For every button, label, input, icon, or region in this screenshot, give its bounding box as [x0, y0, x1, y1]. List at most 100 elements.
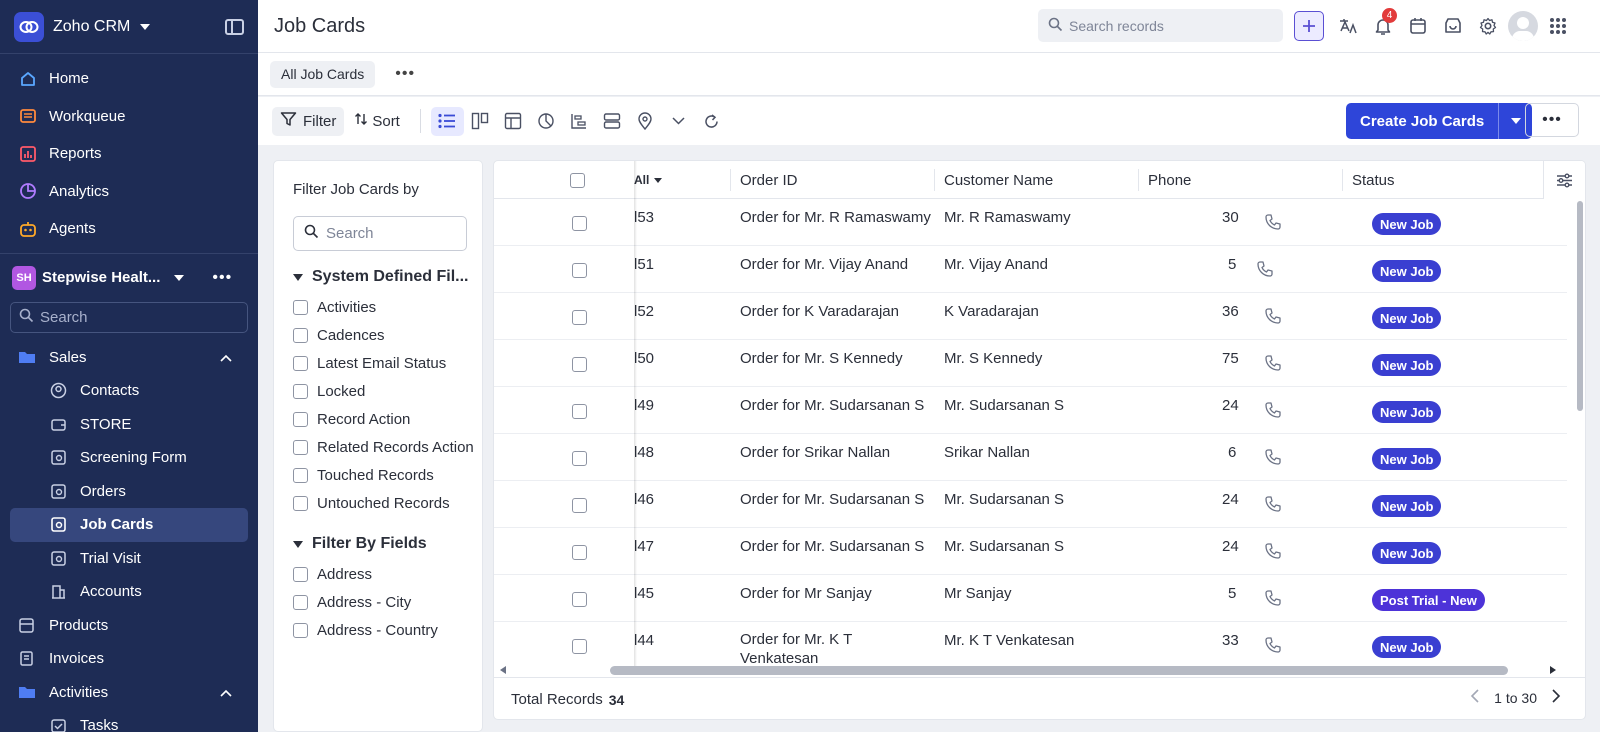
row-checkbox[interactable]	[572, 216, 587, 231]
record-id-cell[interactable]: l50	[634, 350, 654, 367]
refresh-icon[interactable]	[695, 107, 728, 136]
map-pin-icon[interactable]	[629, 107, 662, 136]
nav-agents[interactable]: Agents	[0, 210, 258, 248]
order-id-cell[interactable]: Order for Mr. S Kennedy	[740, 350, 903, 367]
table-row[interactable]: l49 Order for Mr. Sudarsanan S Mr. Sudar…	[494, 387, 1567, 434]
tab-all-job-cards[interactable]: All Job Cards	[270, 60, 376, 88]
marketplace-icon[interactable]	[1435, 11, 1470, 41]
table-view-icon[interactable]	[497, 107, 530, 136]
row-checkbox[interactable]	[572, 545, 587, 560]
checkbox[interactable]	[293, 595, 308, 610]
org-more-icon[interactable]: •••	[212, 269, 232, 287]
filter-option[interactable]: Locked	[293, 378, 482, 406]
row-checkbox[interactable]	[572, 498, 587, 513]
global-search-input[interactable]: Search records	[1038, 9, 1283, 42]
phone-icon[interactable]	[1264, 495, 1282, 517]
phone-cell[interactable]: 5	[1228, 256, 1236, 273]
column-settings-icon[interactable]	[1543, 161, 1585, 199]
scrollbar-thumb[interactable]	[610, 666, 1508, 675]
table-row[interactable]: l48 Order for Srikar Nallan Srikar Nalla…	[494, 434, 1567, 481]
customer-name-cell[interactable]: Mr. Sudarsanan S	[944, 397, 1064, 414]
sidebar-search-input[interactable]: Search	[10, 301, 248, 333]
settings-gear-icon[interactable]	[1470, 11, 1505, 41]
order-id-cell[interactable]: Order for K Varadarajan	[740, 303, 899, 320]
phone-icon[interactable]	[1264, 213, 1282, 235]
checkbox[interactable]	[293, 567, 308, 582]
record-id-cell[interactable]: l45	[634, 585, 654, 602]
filter-option[interactable]: Activities	[293, 294, 482, 322]
sidebar-item-invoices[interactable]: Invoices	[0, 642, 258, 676]
views-more-icon[interactable]: •••	[395, 65, 415, 83]
sidebar-item-store[interactable]: STORE	[10, 408, 248, 442]
chevron-up-icon[interactable]	[220, 684, 232, 701]
column-header-phone[interactable]: Phone	[1138, 161, 1342, 199]
filter-option[interactable]: Latest Email Status	[293, 350, 482, 378]
row-checkbox[interactable]	[572, 451, 587, 466]
record-id-cell[interactable]: l53	[634, 209, 654, 226]
record-id-cell[interactable]: l47	[634, 538, 654, 555]
kanban-view-icon[interactable]	[464, 107, 497, 136]
sidebar-item-orders[interactable]: Orders	[10, 475, 248, 509]
nav-reports[interactable]: Reports	[0, 135, 258, 173]
sidebar-item-tasks[interactable]: Tasks	[10, 709, 248, 732]
horizontal-scrollbar[interactable]	[498, 663, 1558, 677]
phone-cell[interactable]: 75	[1222, 350, 1239, 367]
record-id-cell[interactable]: l48	[634, 444, 654, 461]
filter-option[interactable]: Untouched Records	[293, 490, 482, 518]
notifications-bell-icon[interactable]: 4	[1365, 8, 1400, 41]
checkbox[interactable]	[293, 356, 308, 371]
field-filters-section[interactable]: Filter By Fields	[293, 535, 482, 553]
table-row[interactable]: l50 Order for Mr. S Kennedy Mr. S Kenned…	[494, 340, 1567, 387]
customer-name-cell[interactable]: Srikar Nallan	[944, 444, 1030, 461]
timeline-view-icon[interactable]	[563, 107, 596, 136]
phone-cell[interactable]: 24	[1222, 491, 1239, 508]
translate-icon[interactable]	[1330, 11, 1365, 41]
list-view-icon[interactable]	[430, 106, 464, 136]
record-id-cell[interactable]: l44	[634, 632, 654, 649]
org-caret-icon[interactable]	[174, 274, 185, 281]
apps-grid-icon[interactable]	[1540, 11, 1575, 41]
nav-analytics[interactable]: Analytics	[0, 173, 258, 211]
customer-name-cell[interactable]: Mr. Sudarsanan S	[944, 491, 1064, 508]
row-checkbox[interactable]	[572, 310, 587, 325]
checkbox[interactable]	[293, 384, 308, 399]
checkbox[interactable]	[293, 623, 308, 638]
org-switcher[interactable]: SH Stepwise Healt... •••	[0, 258, 258, 298]
scrollbar-thumb[interactable]	[1577, 201, 1583, 411]
sidebar-item-contacts[interactable]: Contacts	[10, 374, 248, 408]
system-filters-section[interactable]: System Defined Fil...	[293, 268, 482, 286]
order-id-cell[interactable]: Order for Mr Sanjay	[740, 585, 872, 602]
row-checkbox[interactable]	[572, 639, 587, 654]
phone-cell[interactable]: 24	[1222, 538, 1239, 555]
phone-icon[interactable]	[1264, 636, 1282, 658]
add-new-button[interactable]	[1294, 11, 1324, 41]
sidebar-item-accounts[interactable]: Accounts	[10, 575, 248, 609]
order-id-cell[interactable]: Order for Mr. Vijay Anand	[740, 256, 908, 273]
sidebar-toggle-icon[interactable]	[225, 18, 244, 35]
column-header-order-id[interactable]: Order ID	[730, 161, 934, 199]
customer-name-cell[interactable]: Mr. R Ramaswamy	[944, 209, 1071, 226]
phone-icon[interactable]	[1256, 260, 1274, 282]
table-row[interactable]: l52 Order for K Varadarajan K Varadaraja…	[494, 293, 1567, 340]
table-row[interactable]: l47 Order for Mr. Sudarsanan S Mr. Sudar…	[494, 528, 1567, 575]
nav-home[interactable]: Home	[0, 60, 258, 98]
chevron-down-icon[interactable]	[662, 107, 695, 136]
app-brand[interactable]: Zoho CRM	[0, 0, 258, 54]
sidebar-item-screening-form[interactable]: Screening Form	[10, 441, 248, 475]
nav-workqueue[interactable]: Workqueue	[0, 98, 258, 136]
phone-cell[interactable]: 6	[1228, 444, 1236, 461]
sidebar-item-products[interactable]: Products	[0, 609, 258, 643]
create-job-cards-button[interactable]: Create Job Cards	[1346, 103, 1499, 139]
filter-option[interactable]: Address - City	[293, 589, 482, 617]
chart-view-icon[interactable]	[530, 107, 563, 136]
order-id-cell[interactable]: Order for Mr. R Ramaswamy	[740, 209, 931, 226]
order-id-cell[interactable]: Order for Mr. Sudarsanan S	[740, 538, 924, 555]
filter-option[interactable]: Cadences	[293, 322, 482, 350]
customer-name-cell[interactable]: Mr. S Kennedy	[944, 350, 1042, 367]
scroll-left-arrow-icon[interactable]	[498, 665, 508, 675]
phone-icon[interactable]	[1264, 589, 1282, 611]
sort-button[interactable]: Sort	[354, 112, 400, 130]
phone-cell[interactable]: 5	[1228, 585, 1236, 602]
phone-icon[interactable]	[1264, 307, 1282, 329]
filter-button[interactable]: Filter	[272, 106, 345, 136]
